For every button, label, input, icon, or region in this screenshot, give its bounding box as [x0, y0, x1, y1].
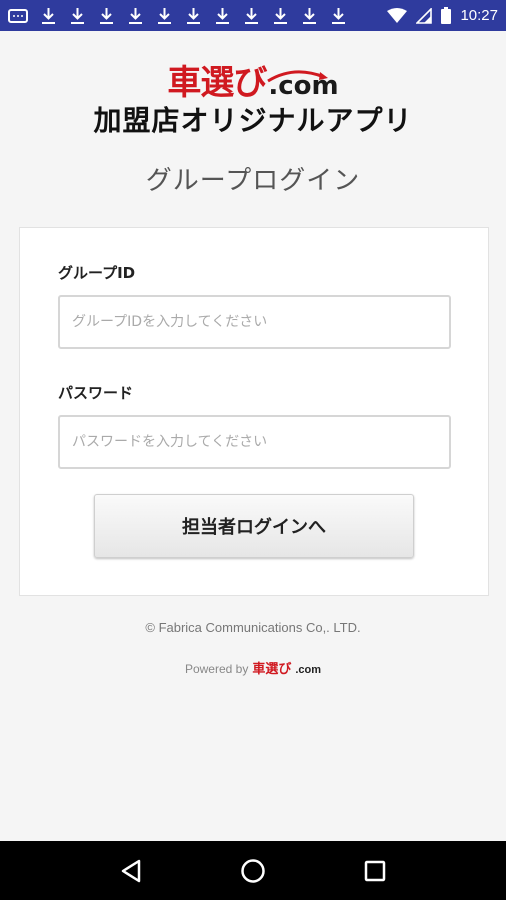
- battery-icon: [441, 7, 452, 24]
- password-label: パスワード: [58, 384, 134, 402]
- download-icon: [216, 7, 229, 24]
- download-icon: [332, 7, 345, 24]
- powered-by: Powered by 車選び .com: [0, 658, 506, 677]
- recents-icon: [364, 860, 386, 881]
- logo-text-com: .com: [267, 70, 339, 101]
- logo-text-jp: 車選び: [167, 63, 267, 103]
- download-icon: [158, 7, 171, 24]
- staff-login-button[interactable]: 担当者ログインへ: [94, 494, 414, 558]
- login-form-card: グループID パスワード 担当者ログインへ: [19, 227, 489, 596]
- back-icon: [121, 859, 141, 882]
- app-header: 車選び .com 加盟店オリジナルアプリ: [0, 55, 506, 139]
- home-icon: [241, 858, 265, 883]
- message-icon: [8, 8, 28, 23]
- clock: 10:27: [460, 7, 498, 24]
- powered-by-label: Powered by: [184, 662, 249, 676]
- download-icon: [245, 7, 258, 24]
- recents-button[interactable]: [351, 847, 399, 895]
- download-icon: [274, 7, 287, 24]
- download-icon: [42, 7, 55, 24]
- download-icon: [129, 7, 142, 24]
- notification-area: [8, 7, 347, 25]
- download-icon: [303, 7, 316, 24]
- group-id-input[interactable]: [58, 295, 451, 349]
- logo-arc-icon: [267, 70, 329, 83]
- app-title: 加盟店オリジナルアプリ: [93, 104, 413, 137]
- status-bar: 10:27: [0, 0, 506, 31]
- powered-logo-com: .com: [295, 664, 322, 676]
- back-button[interactable]: [107, 847, 155, 895]
- page-title: グループログイン: [145, 166, 361, 196]
- powered-logo-jp: 車選び: [252, 662, 292, 677]
- system-nav-bar: [0, 841, 506, 900]
- system-icons: 10:27: [387, 7, 498, 24]
- download-icon: [71, 7, 84, 24]
- wifi-icon: [387, 7, 408, 23]
- password-input[interactable]: [58, 415, 451, 469]
- copyright-text: © Fabrica Communications Co,. LTD.: [145, 620, 361, 635]
- signal-icon: [416, 7, 433, 24]
- group-id-label: グループID: [58, 264, 136, 282]
- download-icon: [187, 7, 200, 24]
- home-button[interactable]: [229, 847, 277, 895]
- download-icon: [100, 7, 113, 24]
